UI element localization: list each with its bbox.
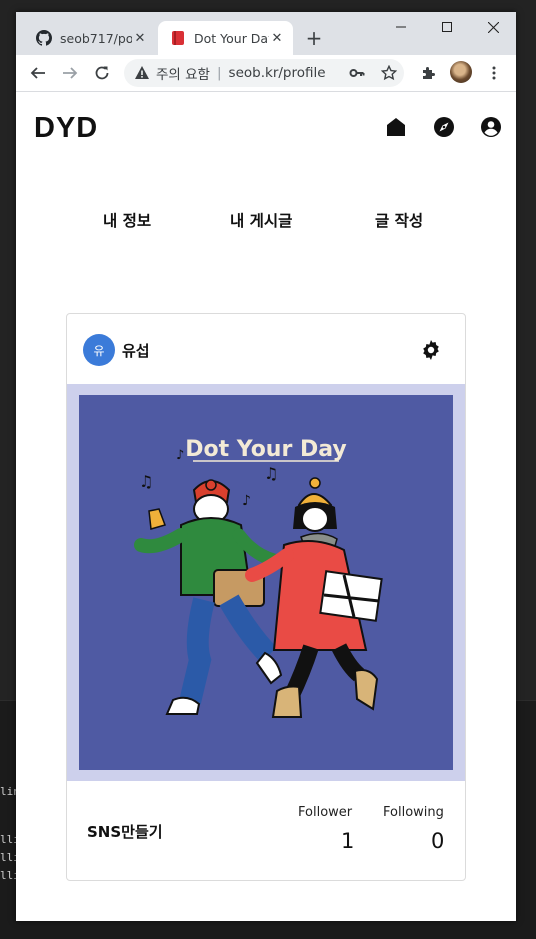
close-icon[interactable]: ✕ xyxy=(132,31,148,46)
tab-github[interactable]: seob717/portfolio ✕ xyxy=(24,21,156,55)
home-icon[interactable] xyxy=(385,116,407,138)
arrow-left-icon xyxy=(30,67,45,79)
following-count[interactable]: 0 xyxy=(431,829,444,853)
nav-my-posts[interactable]: 내 게시글 xyxy=(230,209,292,231)
following-label[interactable]: Following xyxy=(383,805,444,820)
maximize-icon xyxy=(442,22,452,32)
post-caption: SNS만들기 xyxy=(87,823,163,841)
profile-avatar[interactable] xyxy=(450,61,472,83)
forward-button[interactable] xyxy=(60,63,80,83)
page-content: DYD 내 정보 내 게시글 글 작성 유 유섭 Dot Your Day ♫ … xyxy=(16,92,516,921)
svg-text:♪: ♪ xyxy=(242,493,251,509)
reload-icon xyxy=(95,66,109,80)
extensions-icon[interactable] xyxy=(421,65,437,81)
follower-label[interactable]: Follower xyxy=(298,805,352,820)
tab-dot-your-day[interactable]: Dot Your Day ✕ xyxy=(158,21,293,55)
card-footer: SNS만들기 Follower 1 Following 0 xyxy=(67,781,465,880)
avatar[interactable]: 유 xyxy=(83,334,115,366)
book-icon xyxy=(172,31,184,45)
star-icon[interactable] xyxy=(381,65,397,81)
post-image-frame: Dot Your Day ♫ ♪ ♪ ♫ xyxy=(67,384,465,781)
maximize-button[interactable] xyxy=(424,12,470,42)
more-vert-icon[interactable] xyxy=(486,65,502,81)
post-image[interactable]: Dot Your Day ♫ ♪ ♪ ♫ xyxy=(79,395,453,770)
browser-toolbar: 주의 요함 | seob.kr/profile xyxy=(16,55,516,92)
minimize-icon xyxy=(396,26,406,28)
security-label: 주의 요함 xyxy=(156,67,210,83)
account-icon[interactable] xyxy=(480,116,502,138)
tab-title: seob717/portfolio xyxy=(60,30,132,46)
nav-write-post[interactable]: 글 작성 xyxy=(375,209,423,231)
profile-card: 유 유섭 Dot Your Day ♫ ♪ ♪ ♫ SNS만들기 Followe… xyxy=(66,313,466,881)
image-title: Dot Your Day xyxy=(185,437,347,462)
separator: | xyxy=(216,65,222,81)
url-text: seob.kr/profile xyxy=(228,65,326,81)
window-close-button[interactable] xyxy=(470,12,516,42)
username: 유섭 xyxy=(122,342,150,360)
close-icon[interactable]: ✕ xyxy=(269,31,285,46)
new-tab-button[interactable]: + xyxy=(303,26,325,50)
follower-count[interactable]: 1 xyxy=(341,829,354,853)
gear-icon[interactable] xyxy=(421,340,441,360)
svg-text:♫: ♫ xyxy=(139,472,153,491)
site-logo[interactable]: DYD xyxy=(34,112,98,145)
back-button[interactable] xyxy=(28,63,48,83)
close-icon xyxy=(487,21,499,33)
svg-text:♫: ♫ xyxy=(264,464,278,483)
minimize-button[interactable] xyxy=(378,12,424,42)
svg-text:♪: ♪ xyxy=(176,448,184,463)
github-icon xyxy=(36,30,52,46)
browser-window: seob717/portfolio ✕ Dot Your Day ✕ + xyxy=(16,12,516,921)
tab-title: Dot Your Day xyxy=(194,30,269,46)
warning-icon xyxy=(135,66,149,79)
arrow-right-icon xyxy=(63,67,78,79)
tab-strip: seob717/portfolio ✕ Dot Your Day ✕ + xyxy=(16,12,516,55)
key-icon[interactable] xyxy=(349,65,365,81)
card-header: 유 유섭 xyxy=(67,314,465,384)
reload-button[interactable] xyxy=(92,63,112,83)
nav-my-info[interactable]: 내 정보 xyxy=(103,209,151,231)
compass-icon[interactable] xyxy=(433,116,455,138)
